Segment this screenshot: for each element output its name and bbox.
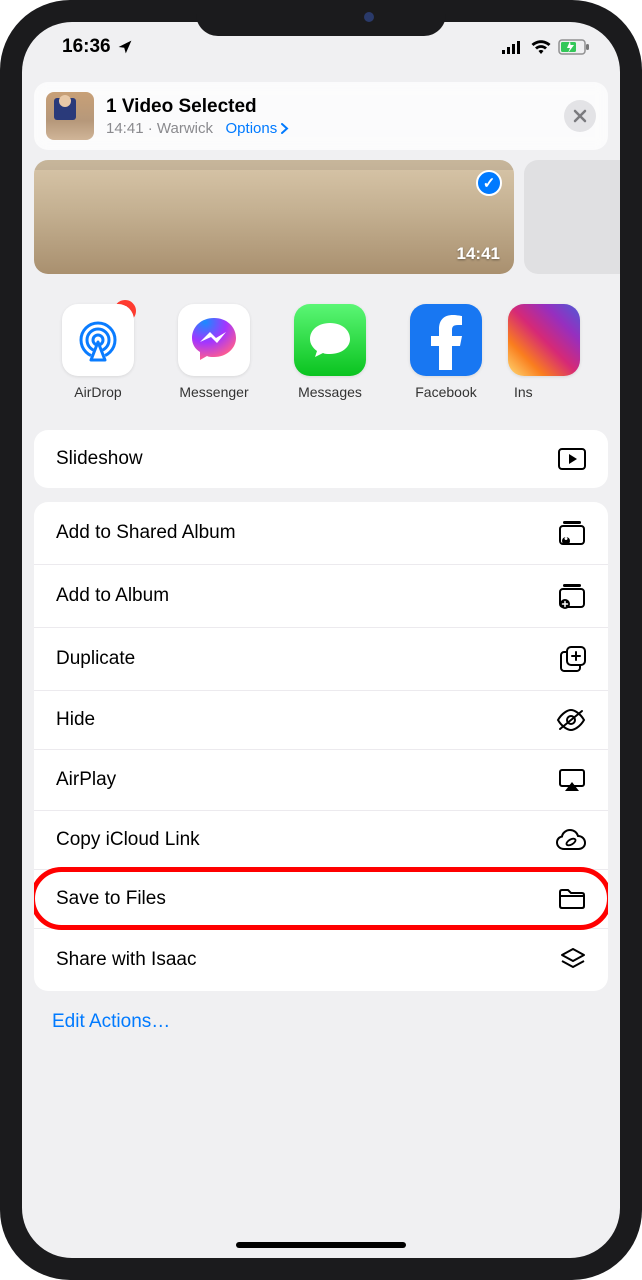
app-messenger[interactable]: Messenger (160, 304, 268, 400)
action-slideshow[interactable]: Slideshow (34, 430, 608, 488)
airplay-icon (558, 768, 586, 792)
app-label: Ins (508, 384, 556, 400)
shared-album-icon (558, 520, 586, 546)
instagram-icon (508, 304, 580, 376)
preview-duration: 14:41 (457, 244, 500, 264)
eye-slash-icon (556, 709, 586, 731)
app-label: Facebook (392, 384, 500, 400)
header-text: 1 Video Selected 14:41 · Warwick Options (106, 96, 289, 137)
app-facebook[interactable]: Facebook (392, 304, 500, 400)
share-sheet-header: 1 Video Selected 14:41 · Warwick Options (34, 82, 608, 150)
action-card-single: Slideshow (34, 430, 608, 488)
messenger-icon (178, 304, 250, 376)
selection-check-icon[interactable] (476, 170, 502, 196)
action-label: Add to Album (56, 585, 169, 607)
action-airplay[interactable]: AirPlay (34, 749, 608, 810)
preview-strip[interactable]: 14:41 (34, 160, 620, 274)
app-label: AirDrop (44, 384, 152, 400)
action-label: Add to Shared Album (56, 522, 236, 544)
status-time: 16:36 (62, 36, 111, 58)
preview-tile[interactable]: 14:41 (34, 160, 514, 274)
options-link[interactable]: Options (226, 120, 290, 137)
notch (196, 0, 446, 36)
header-sub-time: 14:41 (106, 120, 144, 137)
facebook-icon (410, 304, 482, 376)
album-add-icon (558, 583, 586, 609)
app-airdrop[interactable]: 1 AirDrop (44, 304, 152, 400)
action-add-shared-album[interactable]: Add to Shared Album (34, 502, 608, 564)
cellular-icon (502, 40, 524, 54)
action-share-with-isaac[interactable]: Share with Isaac (34, 928, 608, 991)
action-label: Hide (56, 709, 95, 731)
folder-icon (558, 888, 586, 910)
action-label: Share with Isaac (56, 949, 196, 971)
header-title: 1 Video Selected (106, 96, 289, 118)
header-subtitle: 14:41 · Warwick Options (106, 120, 289, 137)
app-messages[interactable]: Messages (276, 304, 384, 400)
close-icon (573, 109, 587, 123)
selection-thumbnail[interactable] (46, 92, 94, 140)
action-label: Duplicate (56, 648, 135, 670)
header-sub-location: Warwick (157, 120, 213, 137)
action-add-album[interactable]: Add to Album (34, 564, 608, 627)
icloud-link-icon (556, 829, 586, 851)
chevron-right-icon (281, 123, 289, 134)
close-button[interactable] (564, 100, 596, 132)
stack-icon (560, 947, 586, 973)
app-label: Messages (276, 384, 384, 400)
action-duplicate[interactable]: Duplicate (34, 627, 608, 690)
location-icon (117, 39, 133, 55)
action-card-main: Add to Shared Album Add to Album Duplica… (34, 502, 608, 991)
app-instagram[interactable]: Ins (508, 304, 556, 400)
messages-icon (294, 304, 366, 376)
airdrop-icon (62, 304, 134, 376)
app-label: Messenger (160, 384, 268, 400)
screen: 16:36 1 Video Selected 14:41 · Warwick O… (22, 22, 620, 1258)
status-right (502, 39, 590, 55)
home-indicator[interactable] (236, 1242, 406, 1248)
status-left: 16:36 (62, 36, 133, 58)
device-frame: 16:36 1 Video Selected 14:41 · Warwick O… (0, 0, 642, 1280)
action-save-to-files[interactable]: Save to Files (34, 869, 608, 928)
play-rect-icon (558, 448, 586, 470)
action-label: Save to Files (56, 888, 166, 910)
duplicate-icon (560, 646, 586, 672)
action-label: Copy iCloud Link (56, 829, 200, 851)
battery-icon (558, 39, 590, 55)
action-label: AirPlay (56, 769, 116, 791)
action-hide[interactable]: Hide (34, 690, 608, 749)
action-copy-icloud-link[interactable]: Copy iCloud Link (34, 810, 608, 869)
action-label: Slideshow (56, 448, 143, 470)
wifi-icon (530, 39, 552, 55)
edit-actions-link[interactable]: Edit Actions… (22, 991, 620, 1073)
share-apps-row[interactable]: 1 AirDrop Messenger Messages (22, 274, 620, 416)
preview-tile-next[interactable] (524, 160, 620, 274)
